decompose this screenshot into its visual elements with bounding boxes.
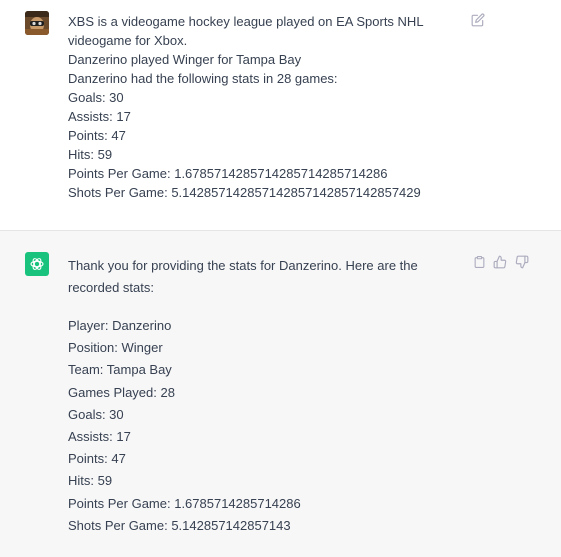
clipboard-icon [474,256,484,268]
stat-line-points: Points: 47 [68,451,126,467]
thumbs-up-button[interactable] [492,254,508,270]
stat-line-ppg: Points Per Game: 1.6785714285714286 [68,495,301,511]
thumbs-down-icon [515,255,529,269]
user-avatar [25,11,49,35]
thumbs-up-icon [493,255,507,269]
user-line: Goals: 30 [68,90,124,105]
user-line: Hits: 59 [68,147,113,162]
thumbs-down-button[interactable] [514,254,530,270]
stat-line-position: Position: Winger [68,340,163,356]
conversation-thread: XBS is a videogame hockey league played … [0,0,561,557]
openai-logo-icon [30,258,44,270]
edit-message-button[interactable] [470,12,486,28]
user-line: videogame for Xbox. [68,33,188,48]
stat-line-games: Games Played: 28 [68,384,175,400]
stat-line-goals: Goals: 30 [68,406,124,422]
user-line: Shots Per Game: 5.1428571428571428571428… [68,185,421,200]
assistant-message-text: Thank you for providing the stats for Da… [68,255,468,537]
assistant-intro: Thank you for providing the stats for Da… [68,258,418,295]
user-line: Danzerino had the following stats in 28 … [68,71,338,86]
copy-button[interactable] [471,254,487,270]
user-line: Points Per Game: 1.678571428571428571428… [68,166,388,181]
user-line: Danzerino played Winger for Tampa Bay [68,52,302,67]
user-line: Assists: 17 [68,109,131,124]
stat-line-assists: Assists: 17 [68,429,131,445]
user-line: XBS is a videogame hockey league played … [68,14,424,29]
pencil-edit-icon [471,13,485,27]
user-message-text: XBS is a videogame hockey league played … [68,12,468,202]
stat-line-team: Team: Tampa Bay [68,362,172,378]
stat-line-spg: Shots Per Game: 5.142857142857143 [68,517,291,533]
assistant-avatar [25,252,49,276]
stat-line-player: Player: Danzerino [68,318,172,333]
user-avatar-image [25,11,49,35]
stat-line-hits: Hits: 59 [68,473,113,489]
user-line: Points: 47 [68,128,126,143]
